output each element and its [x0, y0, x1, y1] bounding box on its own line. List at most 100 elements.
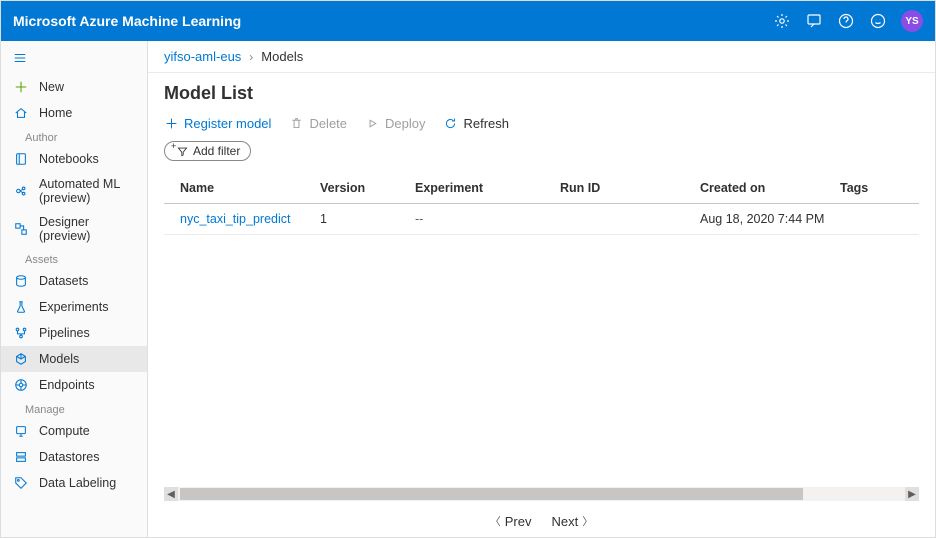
sidebar-item-datasets[interactable]: Datasets: [1, 268, 147, 294]
sidebar-item-label: Endpoints: [39, 378, 95, 392]
trash-icon: [289, 117, 303, 131]
datastore-icon: [13, 449, 29, 465]
sidebar-item-data-labeling[interactable]: Data Labeling: [1, 470, 147, 496]
toolbar-label: Refresh: [463, 116, 509, 131]
sidebar-item-designer[interactable]: Designer (preview): [1, 210, 147, 248]
header-actions: YS: [773, 10, 923, 32]
pipeline-icon: [13, 325, 29, 341]
cell-run-id: [560, 212, 700, 226]
toolbar: Register model Delete Deploy Refresh: [148, 108, 935, 141]
menu-collapse-icon[interactable]: [1, 45, 147, 74]
home-icon: [13, 105, 29, 121]
sidebar-item-datastores[interactable]: Datastores: [1, 444, 147, 470]
toolbar-label: Deploy: [385, 116, 425, 131]
deploy-icon: [365, 117, 379, 131]
help-icon[interactable]: [837, 12, 855, 30]
scroll-right-arrow[interactable]: ▶: [905, 487, 919, 501]
sidebar-item-label: Home: [39, 106, 72, 120]
chevron-right-icon: 〉: [582, 513, 593, 529]
filter-row: + Add filter: [148, 141, 935, 173]
content-area: yifso-aml-eus › Models Model List Regist…: [148, 41, 935, 537]
plus-icon: [13, 79, 29, 95]
next-label: Next: [552, 514, 579, 529]
feedback-icon[interactable]: [805, 12, 823, 30]
model-name-link[interactable]: nyc_taxi_tip_predict: [180, 212, 290, 226]
table-header-row: Name Version Experiment Run ID Created o…: [164, 173, 919, 204]
scrollbar-thumb[interactable]: [180, 488, 803, 500]
sidebar-item-label: New: [39, 80, 64, 94]
breadcrumb-current: Models: [261, 49, 303, 64]
smiley-icon[interactable]: [869, 12, 887, 30]
sidebar-group-author: Author: [1, 126, 147, 146]
designer-icon: [13, 221, 29, 237]
delete-button[interactable]: Delete: [289, 116, 347, 131]
column-header-version[interactable]: Version: [320, 181, 415, 195]
sidebar-item-notebooks[interactable]: Notebooks: [1, 146, 147, 172]
notebook-icon: [13, 151, 29, 167]
deploy-button[interactable]: Deploy: [365, 116, 425, 131]
column-header-run-id[interactable]: Run ID: [560, 181, 700, 195]
sidebar-item-label: Designer (preview): [39, 215, 135, 243]
sidebar-item-automated-ml[interactable]: Automated ML (preview): [1, 172, 147, 210]
breadcrumb-workspace-link[interactable]: yifso-aml-eus: [164, 49, 241, 64]
sidebar-group-assets: Assets: [1, 248, 147, 268]
user-avatar[interactable]: YS: [901, 10, 923, 32]
page-title: Model List: [148, 73, 935, 108]
sidebar: New Home Author Notebooks Automated ML (…: [1, 41, 148, 537]
toolbar-label: Delete: [309, 116, 347, 131]
sidebar-item-label: Automated ML (preview): [39, 177, 135, 205]
prev-label: Prev: [505, 514, 532, 529]
sidebar-item-home[interactable]: Home: [1, 100, 147, 126]
chevron-left-icon: 〈: [490, 513, 501, 529]
filter-icon: +: [175, 144, 189, 158]
sidebar-item-pipelines[interactable]: Pipelines: [1, 320, 147, 346]
sidebar-item-label: Pipelines: [39, 326, 90, 340]
cell-created-on: Aug 18, 2020 7:44 PM: [700, 212, 840, 226]
model-icon: [13, 351, 29, 367]
refresh-button[interactable]: Refresh: [443, 116, 509, 131]
toolbar-label: Register model: [184, 116, 271, 131]
sidebar-item-label: Datasets: [39, 274, 88, 288]
column-header-experiment[interactable]: Experiment: [415, 181, 560, 195]
sidebar-item-label: Models: [39, 352, 79, 366]
settings-icon[interactable]: [773, 12, 791, 30]
sidebar-item-label: Compute: [39, 424, 90, 438]
refresh-icon: [443, 117, 457, 131]
next-page-button[interactable]: Next〉: [552, 513, 594, 529]
sidebar-item-experiments[interactable]: Experiments: [1, 294, 147, 320]
main-split: New Home Author Notebooks Automated ML (…: [1, 41, 935, 537]
column-header-tags[interactable]: Tags: [840, 181, 903, 195]
column-header-name[interactable]: Name: [180, 181, 320, 195]
cell-tags: [840, 212, 903, 226]
column-header-created-on[interactable]: Created on: [700, 181, 840, 195]
flask-icon: [13, 299, 29, 315]
sidebar-item-compute[interactable]: Compute: [1, 418, 147, 444]
sidebar-item-label: Experiments: [39, 300, 108, 314]
cell-version: 1: [320, 212, 415, 226]
scroll-left-arrow[interactable]: ◀: [164, 487, 178, 501]
automl-icon: [13, 183, 29, 199]
product-title: Microsoft Azure Machine Learning: [13, 13, 241, 29]
models-table: Name Version Experiment Run ID Created o…: [148, 173, 935, 487]
cell-experiment: --: [415, 212, 560, 226]
endpoint-icon: [13, 377, 29, 393]
register-model-button[interactable]: Register model: [164, 116, 271, 131]
sidebar-item-endpoints[interactable]: Endpoints: [1, 372, 147, 398]
horizontal-scrollbar[interactable]: ◀ ▶: [164, 487, 919, 501]
sidebar-item-new[interactable]: New: [1, 74, 147, 100]
prev-page-button[interactable]: 〈 Prev: [490, 513, 532, 529]
sidebar-item-label: Datastores: [39, 450, 99, 464]
compute-icon: [13, 423, 29, 439]
sidebar-item-models[interactable]: Models: [1, 346, 147, 372]
pagination: 〈 Prev Next〉: [148, 505, 935, 537]
chevron-right-icon: ›: [249, 50, 253, 64]
sidebar-item-label: Data Labeling: [39, 476, 116, 490]
database-icon: [13, 273, 29, 289]
add-filter-label: Add filter: [193, 144, 240, 158]
app-header: Microsoft Azure Machine Learning YS: [1, 1, 935, 41]
sidebar-group-manage: Manage: [1, 398, 147, 418]
plus-icon: [164, 117, 178, 131]
add-filter-button[interactable]: + Add filter: [164, 141, 251, 161]
tag-icon: [13, 475, 29, 491]
table-row[interactable]: nyc_taxi_tip_predict 1 -- Aug 18, 2020 7…: [164, 204, 919, 235]
